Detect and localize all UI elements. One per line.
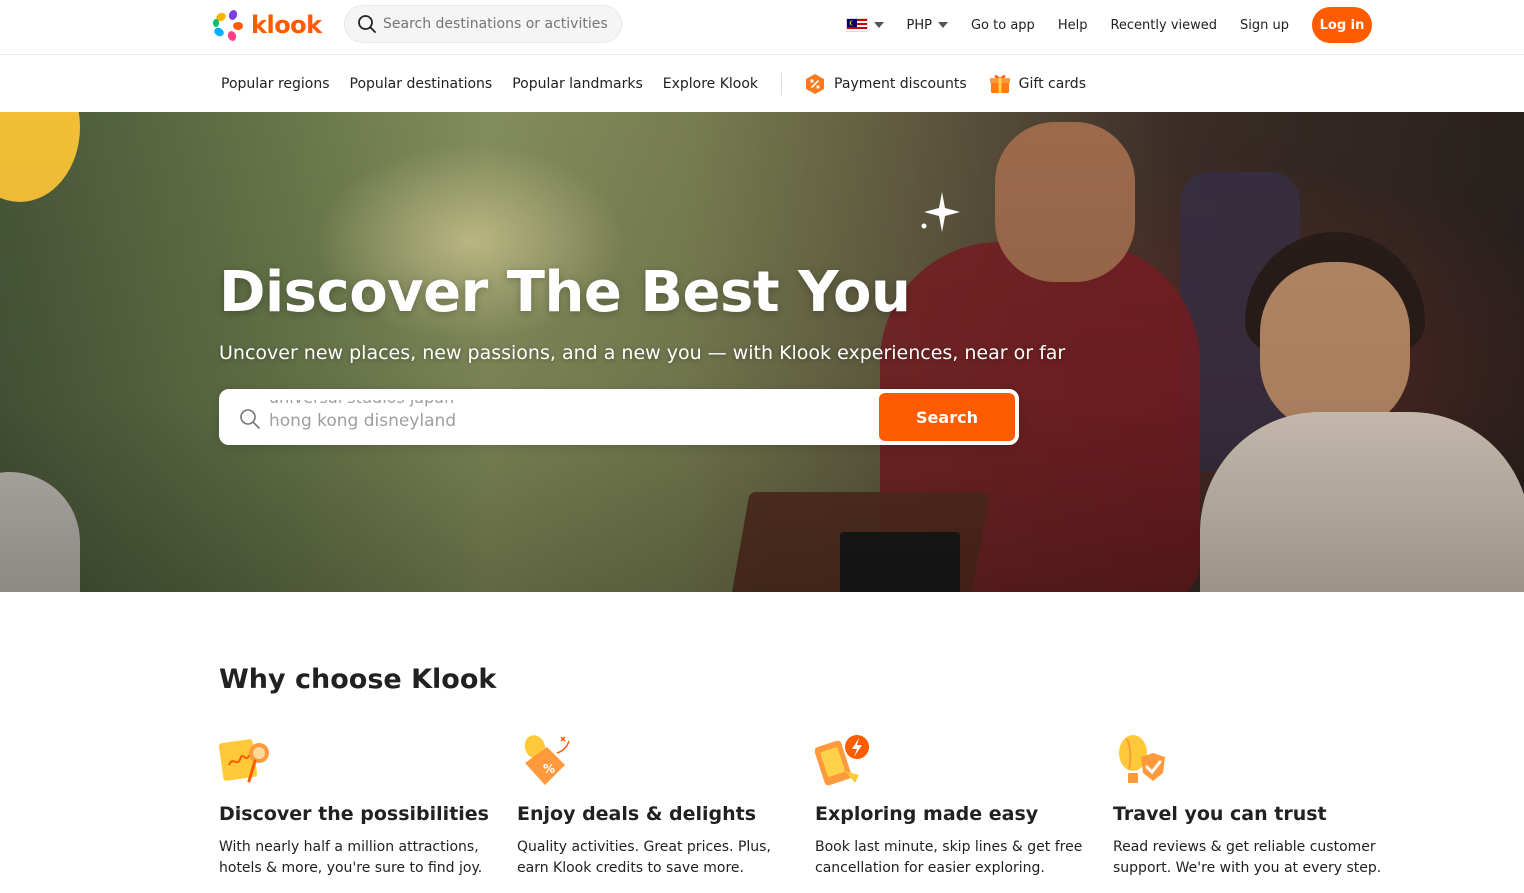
phone-lightning-icon [814,735,869,786]
header-search-input[interactable]: Search destinations or activities [344,5,622,43]
chevron-down-icon [937,22,948,28]
feature-card: Travel you can trust Read reviews & get … [1113,733,1393,876]
search-icon [358,15,376,33]
nav-divider [781,73,783,95]
payment-discounts-link[interactable]: Payment discounts [804,73,967,95]
discount-tag-icon: % [524,735,570,785]
feature-title: Enjoy deals & delights [517,803,757,825]
nav-popular-landmarks[interactable]: Popular landmarks [512,76,643,92]
recently-viewed-link[interactable]: Recently viewed [1110,18,1217,33]
secondary-nav: Popular regions Popular destinations Pop… [0,56,1524,112]
feature-title: Travel you can trust [1113,803,1327,825]
nav-explore-klook[interactable]: Explore Klook [663,76,758,92]
feature-card: Exploring made easy Book last minute, sk… [814,733,1095,876]
login-button[interactable]: Log in [1312,7,1372,43]
feature-text: Book last minute, skip lines & get free … [815,839,1083,876]
feature-text: Quality activities. Great prices. Plus, … [517,839,771,876]
gift-icon [989,75,1010,93]
hero-search-placeholder: hong kong disneyland [269,411,457,431]
nav-popular-regions[interactable]: Popular regions [221,76,330,92]
gift-cards-label: Gift cards [1018,76,1086,92]
language-selector[interactable] [845,18,884,32]
nav-popular-destinations[interactable]: Popular destinations [350,76,493,92]
search-icon [240,409,260,429]
hero-banner: Discover The Best You Uncover new places… [0,112,1524,592]
hero-search-button[interactable]: Search [879,393,1015,441]
help-link[interactable]: Help [1058,18,1088,33]
gift-cards-link[interactable]: Gift cards [989,73,1086,95]
header-search-placeholder: Search destinations or activities [383,16,608,32]
malaysia-flag-icon [845,18,868,32]
feature-text: With nearly half a million attractions, … [219,839,483,876]
section-title-why: Why choose Klook [219,664,497,695]
payment-discounts-label: Payment discounts [834,76,967,92]
hero-search-placeholder-previous: universal studios japan [269,388,455,407]
feature-text: Read reviews & get reliable customer sup… [1113,839,1382,876]
brand-name: klook [251,11,322,39]
feature-card: Discover the possibilities With nearly h… [218,733,499,876]
svg-text:%: % [543,762,555,776]
features-list: Discover the possibilities With nearly h… [218,733,1381,893]
currency-selector[interactable]: PHP [907,18,948,33]
klook-logo[interactable]: klook [211,8,322,42]
chevron-down-icon [873,22,884,28]
currency-label: PHP [906,17,932,33]
hero-title: Discover The Best You [219,260,911,325]
balloon-shield-icon [1119,735,1165,783]
feature-card: % Enjoy deals & delights Quality activit… [517,733,797,876]
discount-tag-icon [806,74,825,94]
feature-title: Exploring made easy [815,803,1039,825]
sparkle-icon [921,192,960,232]
sign-up-link[interactable]: Sign up [1240,18,1289,33]
go-to-app-link[interactable]: Go to app [971,18,1035,33]
feature-title: Discover the possibilities [219,803,489,825]
klook-logo-icon [213,10,243,41]
top-header: klook Search destinations or activities [0,0,1524,55]
map-search-icon [218,739,269,783]
hero-subtitle: Uncover new places, new passions, and a … [219,342,1066,364]
hero-search-box[interactable]: universal studios japan hong kong disney… [219,389,1019,445]
